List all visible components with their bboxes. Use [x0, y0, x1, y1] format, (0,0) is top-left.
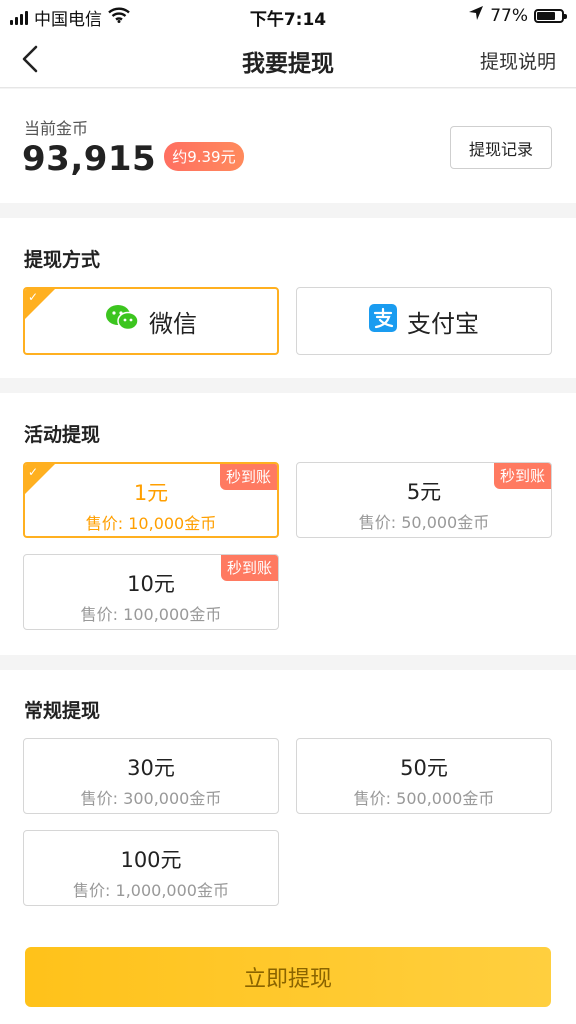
withdraw-option-5[interactable]: 秒到账 5元 售价: 50,000金币 — [296, 462, 552, 538]
option-amount: 30元 — [127, 756, 175, 780]
withdraw-option-100[interactable]: 100元 售价: 1,000,000金币 — [23, 830, 279, 906]
withdraw-record-button[interactable]: 提现记录 — [450, 126, 552, 169]
withdraw-option-30[interactable]: 30元 售价: 300,000金币 — [23, 738, 279, 814]
option-price: 售价: 10,000金币 — [85, 514, 217, 533]
alipay-option[interactable]: 支付宝 — [296, 287, 552, 355]
balance-panel: 当前金币 93,915 约9.39元 提现记录 — [0, 89, 576, 203]
option-price: 售价: 100,000金币 — [80, 605, 222, 624]
location-arrow-icon — [468, 5, 484, 26]
nav-bar: 我要提现 提现说明 — [0, 30, 576, 88]
battery-icon — [534, 8, 567, 23]
section-title: 提现方式 — [24, 249, 101, 271]
withdraw-option-10[interactable]: 秒到账 10元 售价: 100,000金币 — [23, 554, 279, 630]
coin-balance: 93,915 — [22, 139, 157, 179]
activity-withdraw-section: 活动提现 ✓ 秒到账 1元 售价: 10,000金币 秒到账 5元 售价: 50… — [0, 393, 576, 655]
withdraw-option-50[interactable]: 50元 售价: 500,000金币 — [296, 738, 552, 814]
option-amount: 1元 — [133, 481, 169, 505]
regular-withdraw-section: 常规提现 30元 售价: 300,000金币 50元 售价: 500,000金币… — [0, 670, 576, 930]
section-title: 活动提现 — [24, 424, 101, 446]
battery-percent: 77% — [490, 5, 528, 26]
withdraw-now-button[interactable]: 立即提现 — [25, 947, 551, 1007]
status-bar: 中国电信 下午7:14 77% — [0, 0, 576, 30]
option-price: 售价: 500,000金币 — [353, 789, 495, 808]
approx-value-badge: 约9.39元 — [164, 141, 244, 171]
balance-label: 当前金币 — [24, 119, 89, 138]
option-amount: 100元 — [120, 848, 182, 872]
wechat-icon — [105, 304, 139, 338]
alipay-label: 支付宝 — [407, 309, 479, 338]
option-price: 售价: 300,000金币 — [80, 789, 222, 808]
check-icon: ✓ — [28, 290, 39, 304]
withdraw-option-1[interactable]: ✓ 秒到账 1元 售价: 10,000金币 — [23, 462, 279, 538]
bottom-action-bar: 立即提现 — [0, 930, 576, 1024]
option-price: 售价: 1,000,000金币 — [73, 881, 229, 900]
withdraw-help-link[interactable]: 提现说明 — [480, 47, 556, 74]
alipay-icon — [369, 304, 397, 338]
payment-method-section: 提现方式 ✓ 微信 支付宝 — [0, 218, 576, 378]
option-amount: 50元 — [400, 756, 448, 780]
option-price: 售价: 50,000金币 — [358, 513, 490, 532]
wechat-label: 微信 — [149, 309, 197, 338]
option-amount: 10元 — [127, 572, 175, 596]
section-title: 常规提现 — [24, 700, 101, 722]
wechat-option[interactable]: ✓ 微信 — [23, 287, 279, 355]
option-amount: 5元 — [406, 480, 442, 504]
